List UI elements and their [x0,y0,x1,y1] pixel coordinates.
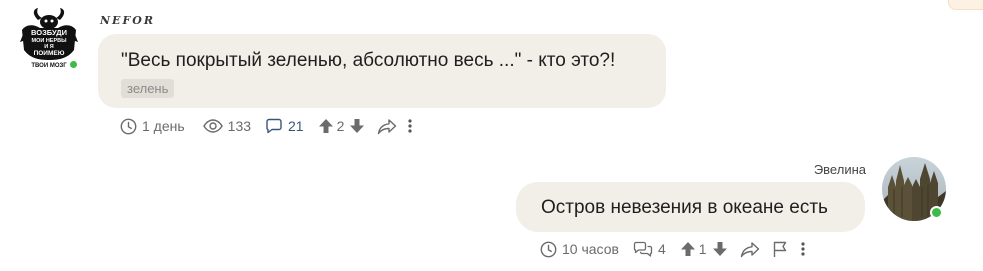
replies-link[interactable]: 4 [633,241,666,258]
clock-icon [120,118,137,134]
corner-tab[interactable] [948,0,983,10]
time-label: 1 день [142,118,185,134]
replies-count: 4 [657,241,666,257]
view-count: 133 [202,118,252,134]
message-text: "Весь покрытый зеленью, абсолютно весь .… [121,50,616,71]
upvote-button[interactable] [680,241,696,257]
timestamp[interactable]: 10 часов [540,241,619,258]
speech-bubbles-icon [633,241,653,257]
author-name[interactable]: Эвелина [814,162,866,177]
share-button[interactable] [377,118,397,135]
views-label: 133 [227,118,252,134]
timestamp[interactable]: 1 день [120,118,185,135]
more-options-button[interactable] [800,241,806,257]
more-options-button[interactable] [407,118,413,134]
speech-bubble-icon [266,118,282,134]
message-bubble: Остров невезения в океане есть [516,182,865,232]
message-bubble: "Весь покрытый зеленью, абсолютно весь .… [98,34,666,108]
share-icon [740,241,759,257]
time-label: 10 часов [562,241,619,257]
replies-count: 21 [288,118,304,134]
author-name[interactable]: NEFOR [100,14,155,27]
online-status-indicator [68,59,79,70]
svg-text:ВОЗБУДИ: ВОЗБУДИ [31,28,67,37]
score: 1 [698,241,707,257]
score: 2 [336,118,345,134]
share-icon [378,118,397,134]
message-text: Остров невезения в океане есть [541,197,828,218]
clock-icon [540,241,557,257]
replies-link[interactable]: 21 [265,118,304,134]
svg-text:ПОИМЕЮ: ПОИМЕЮ [34,50,65,57]
message-tag[interactable]: зелень [121,79,175,98]
online-status-indicator [930,206,943,219]
report-button[interactable] [772,241,788,258]
arrow-up-icon [318,119,333,133]
arrow-down-icon [350,119,365,133]
downvote-button[interactable] [712,241,728,257]
flag-icon [773,241,786,257]
arrow-up-icon [680,242,695,256]
message-meta-bar: 10 часов 4 1 [540,239,806,259]
svg-text:ТВОИ МОЗГ: ТВОИ МОЗГ [31,63,67,69]
message-meta-bar: 1 день 133 21 2 [120,116,413,136]
upvote-button[interactable] [318,118,334,134]
vertical-dots-icon [800,242,805,256]
eye-icon [202,119,223,133]
vertical-dots-icon [408,119,412,133]
arrow-down-icon [712,242,727,256]
downvote-button[interactable] [349,118,365,134]
share-button[interactable] [740,241,760,258]
